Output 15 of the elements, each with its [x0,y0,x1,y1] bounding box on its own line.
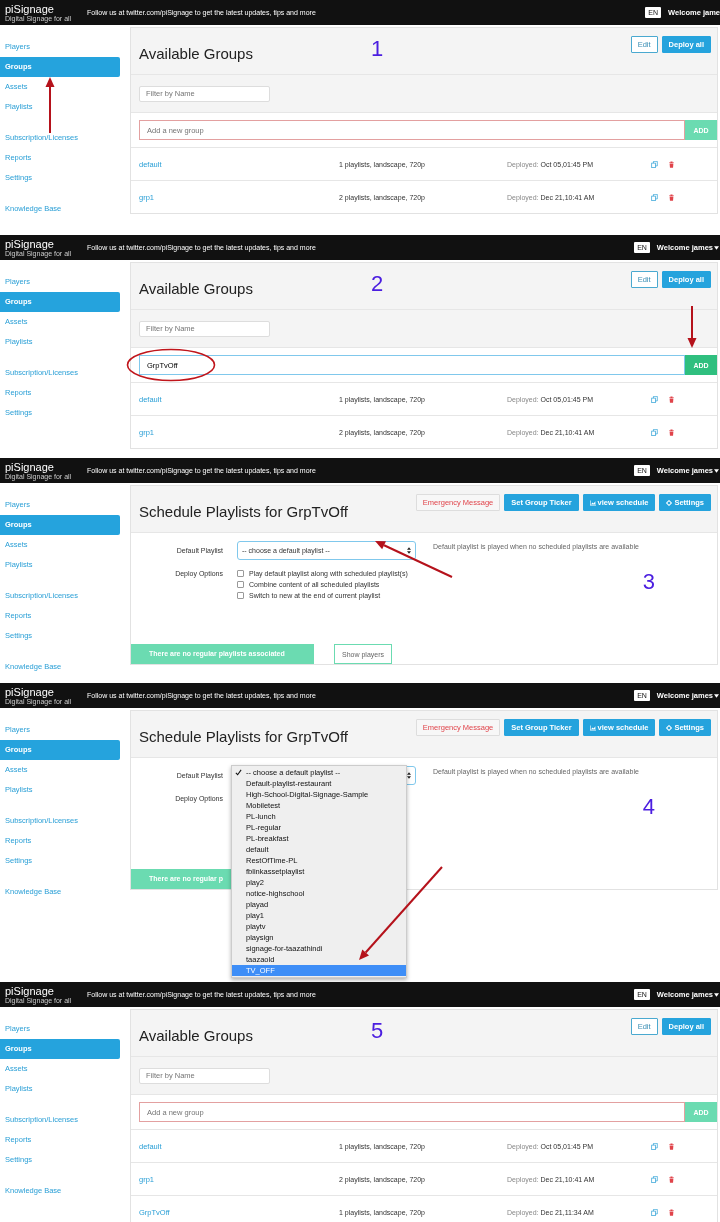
brand-logo[interactable]: piSignage [5,984,54,997]
step-number: 1 [371,36,384,62]
brand-logo[interactable]: piSignage [5,237,54,250]
brand-logo[interactable]: piSignage [5,2,54,15]
brand-logo[interactable]: piSignage [5,460,54,473]
page-title: Available Groups [139,1026,253,1044]
step-number: 4 [642,794,655,820]
page-title: Available Groups [139,44,253,62]
page-title: Available Groups [139,279,253,297]
step-number: 2 [371,271,384,297]
page-title: Schedule Playlists for GrpTvOff [139,727,348,745]
step-number: 5 [371,1018,384,1044]
page-title: Schedule Playlists for GrpTvOff [139,502,348,520]
brand-logo[interactable]: piSignage [5,685,54,698]
step-number: 3 [642,569,655,595]
